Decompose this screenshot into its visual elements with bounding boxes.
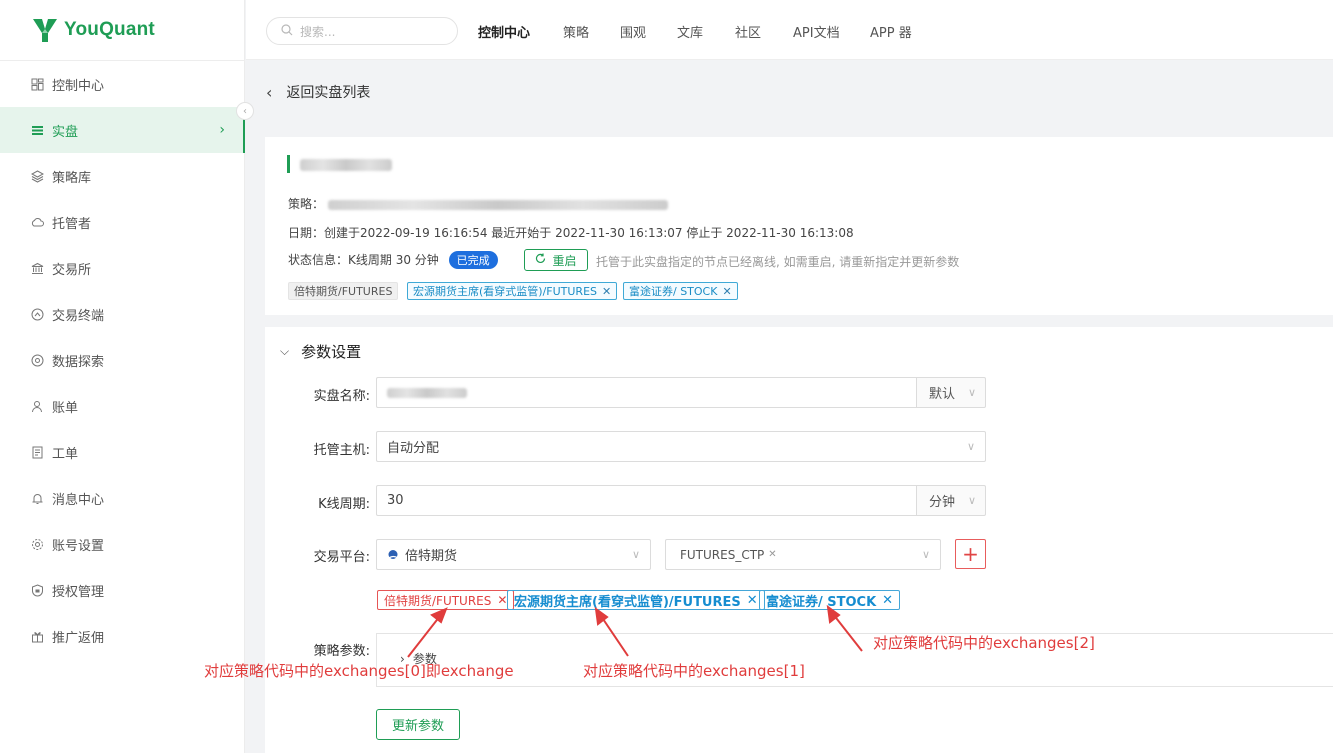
chevron-left-icon: ‹ — [243, 105, 247, 117]
annotation-exchange-1: 对应策略代码中的exchanges[1] — [583, 662, 805, 680]
sidebar-collapse-button[interactable]: ‹ — [236, 102, 254, 120]
annotation-arrow — [832, 613, 863, 652]
annotation-arrowhead — [430, 607, 448, 624]
annotation-arrows — [407, 604, 863, 658]
annotation-exchange-2: 对应策略代码中的exchanges[2] — [873, 634, 1095, 652]
annotation-exchange-0: 对应策略代码中的exchanges[0]即exchange — [204, 662, 514, 680]
annotation-arrow — [407, 615, 441, 658]
annotation-arrow — [600, 615, 629, 657]
